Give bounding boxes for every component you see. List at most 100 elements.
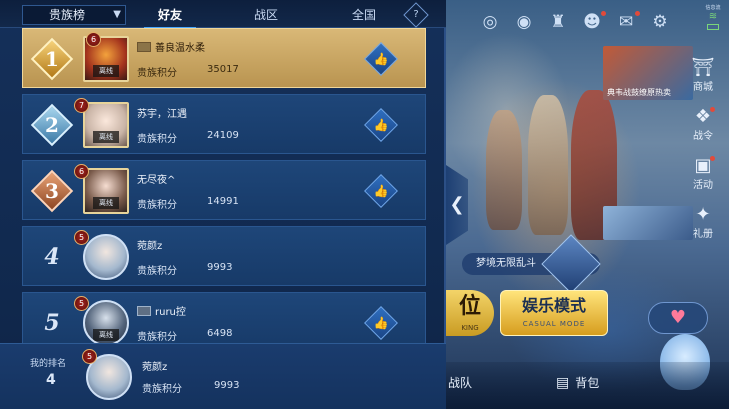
score-value: 6498 (207, 328, 233, 339)
dropdown-label: 贵族榜 (49, 8, 86, 22)
mail-icon[interactable]: ✉ (614, 10, 640, 34)
target-icon[interactable]: ◎ (478, 10, 502, 34)
name-card-icon (137, 305, 151, 316)
rank-number: 1 (45, 47, 59, 71)
notification-dot (635, 11, 640, 16)
menu-item-label: 商城 (692, 82, 713, 93)
noble-level-badge: 6 (74, 164, 89, 179)
promo-banner-secondary[interactable] (603, 206, 693, 240)
leaderboard-row[interactable]: 4 5 菀颜z 贵族积分 9993 (22, 226, 426, 286)
leaderboard-row[interactable]: 1 离线 6 善良温水柔 贵族积分 35017 👍 (22, 28, 426, 88)
friends-icon[interactable]: ☻ (580, 10, 606, 34)
my-rank-bar: 我的排名 4 5 菀颜z 贵族积分 9993 (0, 343, 446, 409)
noble-level-badge: 6 (86, 32, 101, 47)
rank-number: 5 (44, 310, 60, 336)
player-name: 无尽夜^ (137, 171, 175, 186)
my-rank-label: 我的排名 (30, 359, 67, 369)
menu-item-battle-pass[interactable]: ❖ 战令 (693, 107, 715, 142)
name-card-icon (137, 41, 151, 52)
player-name: 苏宇，江遇 (137, 105, 187, 120)
battery-icon (707, 24, 719, 30)
wifi-icon: ≋ (708, 11, 718, 22)
score-label: 贵族积分 (137, 68, 177, 79)
score-label: 贵族积分 (137, 200, 177, 211)
offline-tag: 离线 (93, 131, 119, 143)
eye-icon[interactable]: ◉ (512, 10, 536, 34)
avatar[interactable] (83, 234, 129, 280)
player-name: ruru控 (137, 303, 186, 318)
menu-item-label: 活动 (693, 180, 713, 191)
leaderboard-row[interactable]: 2 离线 7 苏宇，江遇 贵族积分 24109 👍 (22, 94, 426, 154)
leaderboard-row[interactable]: 3 离线 6 无尽夜^ 贵族积分 14991 👍 (22, 160, 426, 220)
ranked-button-label: 位 (458, 294, 481, 319)
player-name-text: ruru控 (155, 307, 186, 318)
trophy-icon[interactable]: ♜ (546, 10, 570, 34)
top-icon-bar: ◎ ◉ ♜ ☻ ✉ ⚙ (478, 10, 672, 34)
avatar[interactable]: 离线 (83, 300, 129, 346)
status-area: 信息流 ≋ (701, 4, 725, 30)
leaderboard-panel: 贵族榜 ▼ 好友 战区 全国 ? 1 离线 6 善良温水柔 贵族积分 35017… (0, 0, 446, 409)
casual-mode-button[interactable]: 娱乐模式 CASUAL MODE (500, 290, 608, 336)
like-button[interactable]: 👍 (364, 108, 398, 142)
player-name: 菀颜z (137, 237, 162, 252)
rank-number: 2 (45, 113, 59, 137)
team-label: 战队 (448, 376, 473, 390)
notification-dot (601, 11, 606, 16)
score-value: 9993 (207, 262, 233, 273)
bag-icon: ▤ (556, 374, 570, 391)
player-name-text: 菀颜z (142, 362, 168, 373)
hero-figure (486, 110, 522, 230)
shop-icon: ⛩ (691, 57, 715, 78)
tab-region[interactable]: 战区 (236, 6, 296, 23)
offline-tag: 离线 (93, 197, 119, 209)
menu-item-gift-book[interactable]: ✦ 礼册 (693, 204, 713, 241)
score-label: 贵族积分 (137, 332, 177, 343)
promo-banner[interactable]: 典韦战鼓缭原热卖 (603, 46, 693, 100)
help-icon[interactable]: ? (403, 2, 429, 28)
tab-friends[interactable]: 好友 (140, 6, 200, 29)
thumbs-up-icon: 👍 (373, 52, 389, 66)
heart-icon: ♥ (669, 307, 687, 328)
ranked-button[interactable]: 位 KING (446, 290, 494, 336)
hero-figure (528, 95, 568, 235)
score-value: 14991 (207, 196, 239, 207)
bag-button[interactable]: ▤ 背包 (556, 374, 599, 391)
right-menu: ⛩ 商城 ❖ 战令 ▣ 活动 ✦ 礼册 (685, 58, 721, 240)
player-name-text: 菀颜z (137, 241, 163, 252)
rank-badge: 4 (31, 236, 73, 278)
score-label: 贵族积分 (137, 134, 177, 145)
like-button[interactable]: 👍 (364, 42, 398, 76)
noble-level-badge: 5 (82, 349, 97, 364)
bag-label: 背包 (575, 376, 600, 390)
game-mode-label: 梦境无限乱斗 (476, 258, 536, 269)
avatar[interactable]: 离线 (83, 168, 129, 214)
avatar[interactable]: 离线 (83, 102, 129, 148)
player-name: 菀颜z (142, 358, 167, 373)
chevron-down-icon: ▼ (113, 9, 121, 20)
score-value: 35017 (207, 64, 239, 75)
score-value: 24109 (207, 130, 239, 141)
menu-item-shop[interactable]: ⛩ 商城 (691, 57, 715, 94)
rank-badge: 3 (30, 169, 74, 213)
tab-national[interactable]: 全国 (334, 6, 394, 23)
team-button[interactable]: 战队 (448, 374, 472, 391)
player-name-text: 无尽夜^ (137, 175, 176, 186)
gift-book-icon: ✦ (695, 204, 711, 225)
noble-level-badge: 7 (74, 98, 89, 113)
heart-button[interactable]: ♥ (648, 302, 708, 334)
rank-number: 4 (44, 244, 60, 270)
notification-dot (710, 107, 715, 112)
gear-icon[interactable]: ⚙ (648, 10, 672, 34)
chevron-left-icon: ❮ (449, 194, 465, 215)
leaderboard-type-dropdown[interactable]: 贵族榜 ▼ (22, 5, 126, 25)
menu-item-event[interactable]: ▣ 活动 (693, 156, 715, 191)
rank-badge: 2 (30, 103, 74, 147)
thumbs-up-icon: 👍 (373, 184, 389, 198)
player-name-text: 苏宇，江遇 (137, 109, 187, 120)
tab-bar: 贵族榜 ▼ 好友 战区 全国 ? (0, 0, 446, 29)
menu-item-label: 礼册 (693, 229, 713, 240)
like-button[interactable]: 👍 (364, 306, 398, 340)
like-button[interactable]: 👍 (364, 174, 398, 208)
score-label: 贵族积分 (137, 266, 177, 277)
rank-number: 3 (45, 179, 59, 203)
